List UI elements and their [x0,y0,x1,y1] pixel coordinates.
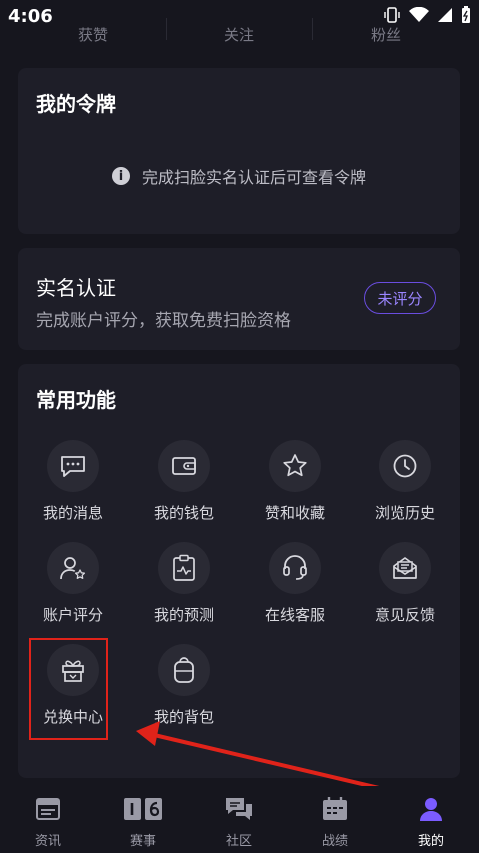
calendar-icon [323,797,347,820]
tab-label: 赛事 [129,834,156,849]
profile-icon [420,798,442,821]
pointer-arrow [136,721,432,802]
tab-profile[interactable]: 我的 [391,796,471,849]
tab-matches[interactable]: 赛事 [103,796,183,849]
tab-news[interactable]: 资讯 [8,796,88,849]
tab-label: 资讯 [34,834,61,849]
news-icon [36,798,60,820]
tab-label: 我的 [417,834,444,849]
tab-records[interactable]: 战绩 [295,796,375,849]
chat-icon [226,798,252,820]
tab-label: 战绩 [321,834,348,849]
tab-community[interactable]: 社区 [199,796,279,849]
scoreboard-icon [124,798,162,820]
bottom-tab-bar: 资讯 赛事 社区 战绩 我的 [0,786,479,853]
tab-label: 社区 [225,834,252,849]
